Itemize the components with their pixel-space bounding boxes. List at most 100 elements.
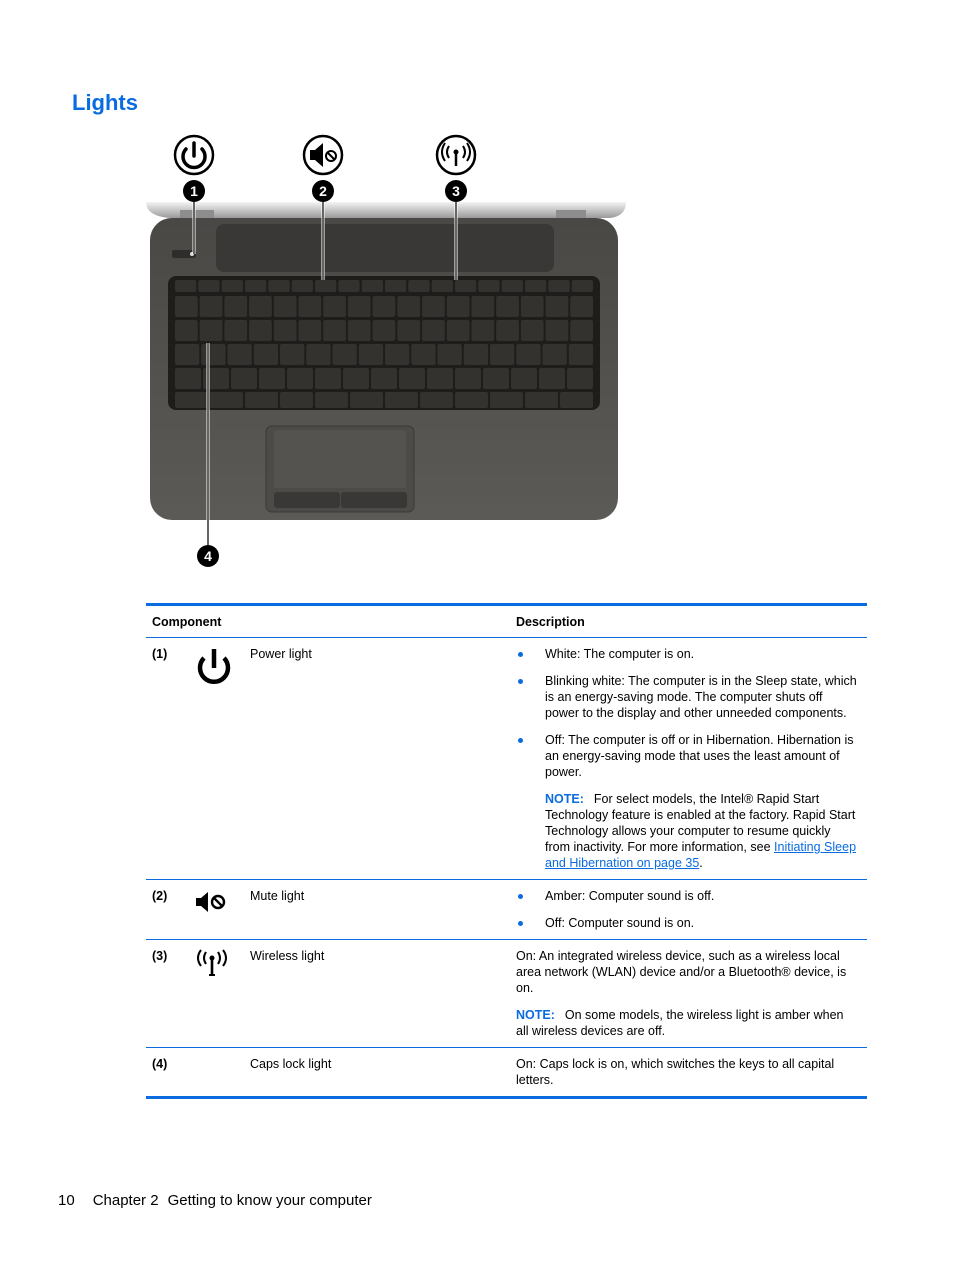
keyboard-key (245, 392, 278, 408)
keyboard-key (539, 368, 565, 389)
keyboard-key (548, 280, 570, 292)
keyboard-key (545, 296, 569, 317)
keyboard-key (371, 368, 397, 389)
table-row: (2) Mute light Amber: Computer sound is … (146, 879, 867, 939)
svg-text:1: 1 (190, 183, 198, 199)
touchpad-surface (274, 430, 406, 488)
component-name: Power light (250, 647, 312, 661)
keyboard-key (501, 280, 523, 292)
table-row: (3) Wireless light On: An integrated wir… (146, 939, 867, 1047)
laptop-keyboard-illustration: 1 2 3 4 (146, 134, 626, 567)
keyboard-key (298, 320, 322, 341)
description-bullet: Off: The computer is off or in Hibernati… (516, 732, 859, 780)
keyboard-key (411, 344, 436, 365)
keyboard-key (175, 392, 208, 408)
keyboard-key (323, 320, 346, 341)
keyboard-key (525, 280, 547, 292)
svg-text:3: 3 (452, 183, 460, 199)
keyboard-key (268, 280, 290, 292)
keyboard-key (516, 344, 541, 365)
power-icon (197, 649, 231, 685)
keyboard-key (372, 320, 396, 341)
keyboard-key (397, 296, 421, 317)
page-footer: 10 Chapter 2 Getting to know your computer (58, 1192, 390, 1209)
keyboard-key (350, 392, 383, 408)
description-text: On: An integrated wireless device, such … (516, 949, 847, 995)
chapter-title: Getting to know your computer (167, 1192, 372, 1209)
keyboard-key (385, 280, 407, 292)
page-title: Lights (72, 90, 138, 115)
callout-badge-3: 3 (445, 180, 467, 202)
note-label: NOTE: (516, 1008, 555, 1022)
keyboard-key (361, 280, 383, 292)
keyboard-key (490, 344, 515, 365)
mute-icon (196, 892, 226, 912)
keyboard-key (408, 280, 430, 292)
keyboard-key (201, 344, 226, 365)
keyboard-key (525, 392, 558, 408)
keyboard-key (399, 368, 425, 389)
keyboard-key (455, 392, 488, 408)
wireless-icon (197, 949, 227, 976)
keyboard-key (175, 296, 198, 317)
keyboard-key (463, 344, 489, 365)
note: NOTE: For select models, the Intel® Rapid… (545, 792, 857, 870)
touchpad-left-button (274, 492, 340, 508)
keyboard-key (249, 320, 272, 341)
keyboard-key (427, 368, 453, 389)
note-text: On some models, the wireless light is am… (516, 1008, 844, 1038)
keyboard-key (520, 296, 544, 317)
keyboard-key (422, 296, 445, 317)
callout-badge-1: 1 (183, 180, 205, 202)
keyboard-key (420, 392, 453, 408)
description-list: White: The computer is on. Blinking whit… (516, 646, 859, 780)
row-number: (1) (152, 647, 168, 661)
keyboard-key (287, 368, 313, 389)
keyboard-key (542, 344, 567, 365)
description-bullet: White: The computer is on. (516, 646, 859, 662)
keyboard-key (545, 320, 569, 341)
keyboard-key (259, 368, 285, 389)
keyboard-key (471, 296, 495, 317)
keyboard-key (496, 296, 519, 317)
keyboard-key (249, 296, 272, 317)
keyboard-key (315, 392, 348, 408)
table-header: Component Description (146, 606, 867, 638)
keyboard-key (231, 368, 257, 389)
keyboard-key (343, 368, 369, 389)
keyboard-key (306, 344, 331, 365)
touchpad-right-button (341, 492, 407, 508)
keyboard-key (175, 344, 200, 365)
keyboard-key (446, 320, 470, 341)
keyboard-key (568, 344, 594, 365)
keyboard-key (571, 280, 593, 292)
keyboard-key (455, 368, 481, 389)
keyboard-key (570, 320, 593, 341)
keyboard-key (560, 392, 593, 408)
speaker-grille (216, 224, 554, 272)
callout-icon-wireless (435, 134, 477, 176)
page-number: 10 (58, 1192, 75, 1209)
keyboard-key (175, 368, 201, 389)
keyboard-key (273, 296, 297, 317)
keyboard-key (198, 280, 220, 292)
keyboard-key (199, 296, 223, 317)
row-number: (3) (152, 949, 168, 963)
note: NOTE: On some models, the wireless light … (516, 1007, 859, 1039)
keyboard-key (253, 344, 279, 365)
keyboard-key (224, 320, 248, 341)
keyboard-key (338, 280, 360, 292)
keyboard-key (511, 368, 537, 389)
chapter-label: Chapter 2 (92, 1192, 159, 1209)
component-name: Wireless light (250, 949, 325, 963)
keyboard-key (478, 280, 500, 292)
description-bullet: Off: Computer sound is on. (516, 915, 859, 931)
component-table: Component Description (1) Power light Wh… (146, 603, 867, 1099)
keyboard-key (332, 344, 357, 365)
description-bullet: Amber: Computer sound is off. (516, 888, 859, 904)
description-list: Amber: Computer sound is off. Off: Compu… (516, 888, 859, 931)
keyboard-key (358, 344, 384, 365)
keyboard-key (385, 344, 410, 365)
keyboard-key (455, 280, 477, 292)
keyboard-key (496, 320, 519, 341)
